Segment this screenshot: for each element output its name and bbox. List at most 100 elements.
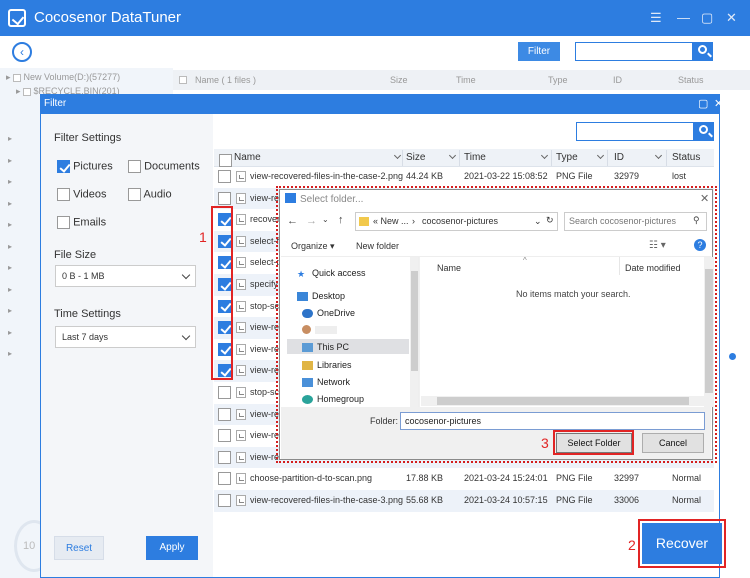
maximize-icon[interactable]: ▢ <box>698 97 708 110</box>
row-checkbox[interactable] <box>218 429 231 443</box>
menu-icon[interactable]: ☰ <box>650 10 662 26</box>
table-row[interactable]: view-recovered-files-in-the-case-3.png 55… <box>214 490 714 512</box>
cancel-button[interactable]: Cancel <box>642 433 704 453</box>
main-filter-button[interactable]: Filter <box>518 42 560 61</box>
col-header-date[interactable]: Date modified <box>625 263 681 273</box>
folder-icon <box>359 217 369 226</box>
row-checkbox[interactable] <box>218 191 231 205</box>
col-name[interactable]: Name <box>234 152 261 163</box>
new-folder-button[interactable]: New folder <box>356 241 399 251</box>
back-icon[interactable]: ‹ <box>12 42 32 62</box>
image-file-icon <box>236 343 246 355</box>
col-size[interactable]: Size <box>406 152 425 163</box>
row-checkbox[interactable] <box>218 494 231 507</box>
time-settings-select[interactable]: Last 7 days <box>55 326 196 348</box>
forward-arrow-icon[interactable]: → <box>306 215 317 227</box>
reset-button[interactable]: Reset <box>54 536 104 560</box>
table-row[interactable]: choose-partition-d-to-scan.png 17.88 KB 20… <box>214 468 714 490</box>
table-row[interactable]: view-recovered-files-in-the-case-2.png 44… <box>214 166 714 188</box>
search-icon <box>699 125 708 134</box>
cell-name: view-re <box>250 365 280 376</box>
file-list-header: Name Size Time Type ID Status <box>214 149 714 167</box>
cell-type: PNG File <box>556 473 593 484</box>
videos-checkbox[interactable] <box>57 188 70 201</box>
maximize-icon[interactable]: ▢ <box>701 10 713 26</box>
row-checkbox[interactable] <box>218 170 231 183</box>
cell-name: stop-sc <box>250 300 280 311</box>
help-icon[interactable]: ? <box>694 239 706 251</box>
recover-button[interactable]: Recover <box>642 523 722 564</box>
option-pictures[interactable]: Pictures <box>57 160 113 173</box>
image-file-icon <box>236 322 246 334</box>
pictures-checkbox[interactable] <box>57 160 70 173</box>
option-videos[interactable]: Videos <box>57 188 107 201</box>
row-checkbox[interactable] <box>218 386 231 399</box>
content-scrollbar[interactable] <box>704 257 714 407</box>
tree-collapsed-rows: ▸ ▸ ▸ ▸ ▸ ▸ ▸ ▸ ▸ ▸ ▸ <box>8 134 13 358</box>
filter-search-button[interactable] <box>694 122 714 141</box>
nav-libraries[interactable]: Libraries <box>302 360 352 371</box>
view-options-icon[interactable]: ☷ ▾ <box>649 240 666 251</box>
option-audio[interactable]: Audio <box>128 188 172 201</box>
content-hscrollbar[interactable] <box>421 396 704 406</box>
apply-button[interactable]: Apply <box>146 536 198 560</box>
annotation-number-3: 3 <box>541 435 549 451</box>
row-checkbox[interactable] <box>218 472 231 486</box>
nav-network[interactable]: Network <box>302 377 350 388</box>
folder-input[interactable]: cocosenor-pictures <box>400 412 705 430</box>
image-file-icon <box>236 365 246 377</box>
main-search-input[interactable] <box>575 42 693 61</box>
nav-desktop[interactable]: Desktop <box>297 291 345 302</box>
nav-user[interactable] <box>302 324 337 335</box>
nav-quick-access[interactable]: ★ Quick access <box>297 268 366 279</box>
row-checkbox[interactable] <box>218 407 231 421</box>
address-current-folder[interactable]: cocosenor-pictures <box>422 216 498 226</box>
audio-checkbox[interactable] <box>128 188 141 201</box>
cell-status: lost <box>672 171 687 181</box>
nav-onedrive[interactable]: OneDrive <box>302 308 355 319</box>
close-icon[interactable]: ✕ <box>726 10 737 26</box>
select-folder-button[interactable]: Select Folder <box>556 433 632 453</box>
col-type[interactable]: Type <box>556 152 578 163</box>
image-file-icon <box>236 495 246 506</box>
col-id[interactable]: ID <box>614 152 624 163</box>
image-file-icon <box>236 300 246 312</box>
emails-checkbox[interactable] <box>57 216 70 229</box>
image-file-icon <box>236 257 246 269</box>
col-status[interactable]: Status <box>672 152 700 163</box>
col-time[interactable]: Time <box>464 152 486 163</box>
annotation-box-1 <box>211 206 233 380</box>
close-icon[interactable]: ✕ <box>700 192 709 205</box>
address-bar[interactable]: « New ... › cocosenor-pictures ⌄ ↻ <box>355 212 558 231</box>
cell-time: 2021-03-24 10:57:15 <box>464 495 548 505</box>
cell-id: 33006 <box>614 495 640 505</box>
col-header-name[interactable]: Name <box>437 263 461 273</box>
up-arrow-icon[interactable]: ↑ <box>338 214 344 226</box>
documents-checkbox[interactable] <box>128 160 141 173</box>
main-search-button[interactable] <box>693 42 713 61</box>
cell-name: view-re <box>250 192 280 203</box>
minimize-icon[interactable]: — <box>677 10 690 25</box>
row-checkbox[interactable] <box>218 450 231 464</box>
folder-search-input[interactable]: Search cocosenor-pictures ⚲ <box>564 212 707 231</box>
nav-homegroup[interactable]: Homegroup <box>302 394 364 405</box>
annotation-number-2: 2 <box>628 537 636 553</box>
organize-menu[interactable]: Organize ▾ <box>291 241 335 252</box>
filter-settings-heading: Filter Settings <box>54 132 122 144</box>
image-file-icon <box>236 451 246 463</box>
cell-name: view-recovered-files-in-the-case-3.png <box>250 495 404 505</box>
close-icon[interactable]: ✕ <box>714 97 723 110</box>
image-file-icon <box>236 214 246 226</box>
tree-item[interactable]: ▸ New Volume(D:)(57277) <box>6 72 120 83</box>
recent-chevron-icon[interactable]: ⌄ <box>322 215 329 224</box>
cell-id: 32997 <box>614 473 640 484</box>
filter-search-input[interactable] <box>576 122 694 141</box>
file-size-select[interactable]: 0 B - 1 MB <box>55 265 196 287</box>
option-documents[interactable]: Documents <box>128 160 200 173</box>
back-arrow-icon[interactable]: ← <box>287 215 298 227</box>
filter-title-bar: Filter ▢ ✕ <box>40 94 723 114</box>
chevron-down-icon <box>181 270 191 280</box>
nav-this-pc[interactable]: This PC <box>287 339 409 354</box>
scroll-indicator[interactable] <box>729 353 736 360</box>
option-emails[interactable]: Emails <box>57 216 106 229</box>
